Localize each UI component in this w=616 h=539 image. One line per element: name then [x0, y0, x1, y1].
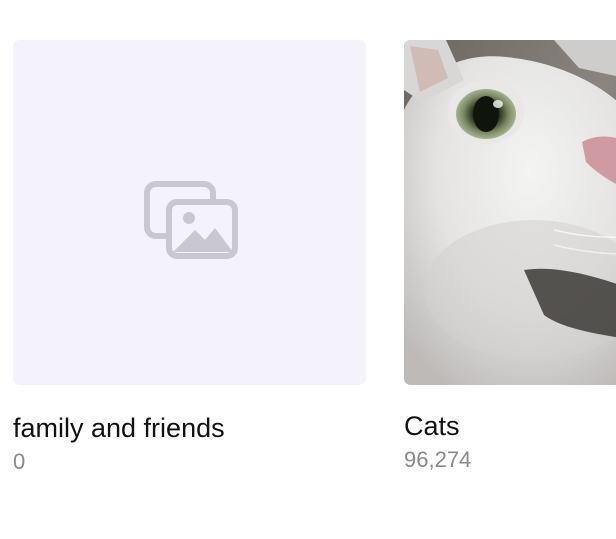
cat-photo-image [404, 40, 616, 385]
album-thumbnail-empty[interactable] [13, 40, 366, 385]
album-title[interactable]: Cats [404, 410, 460, 442]
photo-stack-icon [144, 181, 238, 259]
album-title[interactable]: family and friends [13, 412, 225, 444]
album-photo-count: 0 [13, 449, 26, 474]
album-thumbnail-cat[interactable] [404, 40, 616, 385]
album-photo-count: 96,274 [404, 447, 472, 472]
